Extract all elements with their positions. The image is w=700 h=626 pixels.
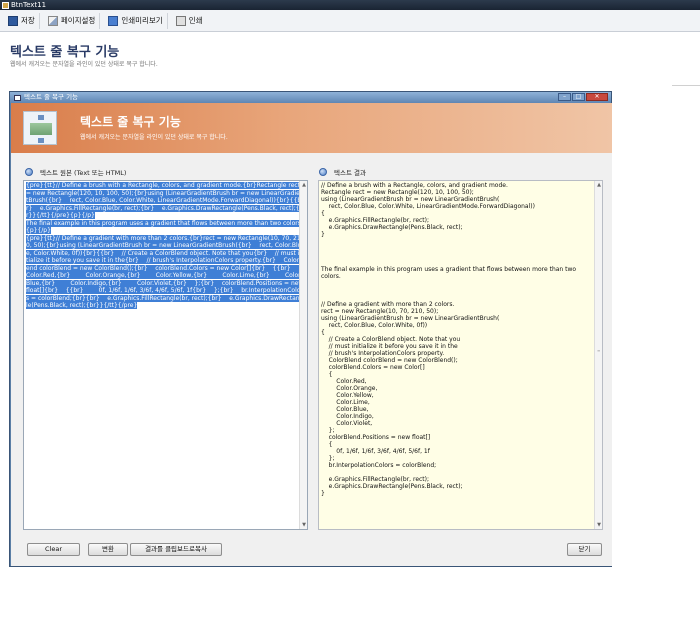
toolbar: 저장 페이지설정 인쇄미리보기 인쇄: [0, 10, 700, 32]
scroll-up-icon[interactable]: ▲: [301, 182, 307, 188]
divider: [672, 85, 700, 86]
print-label: 인쇄: [188, 16, 203, 25]
app-titlebar: BtnText11: [0, 0, 700, 10]
source-textarea[interactable]: {pre}{tt}// Define a brush with a Rectan…: [23, 180, 308, 530]
maximize-button[interactable]: □: [572, 93, 585, 101]
page-setup-icon: [47, 15, 58, 26]
result-text: // Define a brush with a Rectangle, colo…: [321, 182, 577, 497]
minimize-button[interactable]: –: [558, 93, 571, 101]
result-scrollbar[interactable]: ▲ ≡ ▼: [594, 181, 602, 529]
source-scrollbar[interactable]: ▲ ▼: [299, 181, 307, 529]
page-subtitle: 웹에서 캐겨오는 문자열을 라인이 있던 상태로 복구 합니다.: [10, 61, 158, 68]
close-button[interactable]: 닫기: [567, 543, 602, 556]
page-setup-button[interactable]: 페이지설정: [44, 12, 101, 29]
banner-title: 텍스트 줄 복구 기능: [80, 115, 181, 129]
window-controls: – □ ✕: [558, 93, 608, 101]
save-icon: [8, 15, 18, 26]
save-button[interactable]: 저장: [4, 12, 40, 29]
scroll-up-icon[interactable]: ▲: [596, 182, 602, 188]
save-label: 저장: [21, 16, 35, 25]
bullet-icon: [319, 168, 327, 176]
source-label: 텍스트 원본 (Text 또는 HTML): [25, 167, 126, 177]
bullet-icon: [25, 168, 33, 176]
result-label: 텍스트 결과: [319, 167, 366, 177]
printer-icon: [175, 15, 186, 26]
page-title: 텍스트 줄 복구 기능: [10, 45, 120, 60]
scroll-grip-icon[interactable]: ≡: [597, 348, 601, 353]
print-button[interactable]: 인쇄: [172, 13, 207, 29]
print-preview-icon: [108, 15, 119, 26]
scroll-down-icon[interactable]: ▼: [301, 522, 307, 528]
clear-button[interactable]: Clear: [27, 543, 80, 556]
print-preview-label: 인쇄미리보기: [121, 16, 163, 25]
window-icon: [14, 94, 21, 101]
app-title: BtnText11: [11, 1, 47, 9]
source-label-text: 텍스트 원본 (Text 또는 HTML): [40, 169, 127, 177]
dialog-title: 텍스트 줄 복구 기능: [24, 93, 79, 101]
banner-subtitle: 웹에서 캐겨오는 문자열을 라인이 있던 상태로 복구 합니다.: [80, 134, 228, 141]
dialog-window: 텍스트 줄 복구 기능 – □ ✕ 텍스트 줄 복구 기능 웹에서 캐겨오는 문…: [9, 91, 612, 567]
text-restore-icon: [23, 111, 57, 145]
dialog-titlebar[interactable]: 텍스트 줄 복구 기능 – □ ✕: [10, 92, 611, 103]
page-setup-label: 페이지설정: [60, 16, 96, 25]
print-preview-button[interactable]: 인쇄미리보기: [104, 12, 168, 29]
header-banner: 텍스트 줄 복구 기능 웹에서 캐겨오는 문자열을 라인이 있던 상태로 복구 …: [11, 103, 612, 153]
convert-button[interactable]: 변환: [88, 543, 128, 556]
scroll-down-icon[interactable]: ▼: [596, 522, 602, 528]
result-label-text: 텍스트 결과: [334, 169, 366, 177]
content-panel: 텍스트 원본 (Text 또는 HTML) 텍스트 결과 {pre}{tt}//…: [11, 153, 612, 566]
result-textarea[interactable]: // Define a brush with a Rectangle, colo…: [318, 180, 603, 530]
copy-result-button[interactable]: 결과를 클립보드로복사: [130, 543, 222, 556]
source-text: {pre}{tt}// Define a brush with a Rectan…: [26, 182, 306, 309]
close-window-button[interactable]: ✕: [586, 93, 608, 101]
app-icon: [2, 1, 9, 9]
